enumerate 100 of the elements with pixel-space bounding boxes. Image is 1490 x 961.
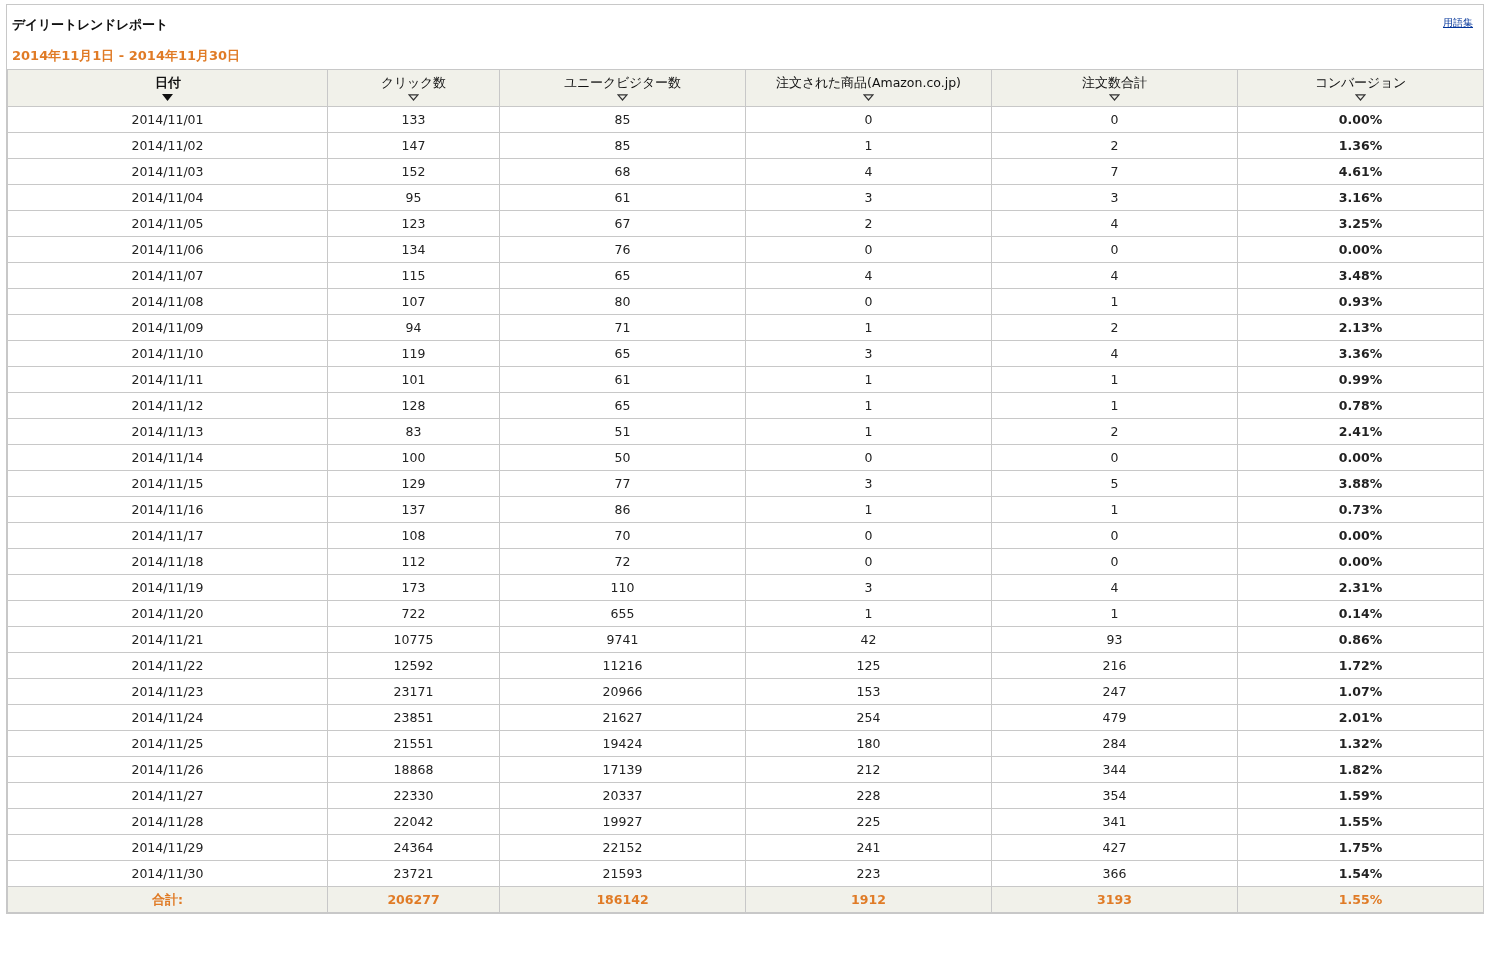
table-cell: 0.00%	[1237, 522, 1484, 549]
table-cell: 2014/11/20	[7, 600, 328, 627]
table-cell: 9741	[499, 626, 746, 653]
table-cell: 173	[327, 574, 500, 601]
table-cell: 2014/11/27	[7, 782, 328, 809]
table-cell: 0	[745, 288, 992, 315]
table-cell: 2014/11/10	[7, 340, 328, 367]
table-cell: 722	[327, 600, 500, 627]
report-title: デイリートレンドレポート	[12, 16, 169, 34]
table-cell: 427	[991, 834, 1238, 861]
table-cell: 655	[499, 600, 746, 627]
table-cell: 247	[991, 678, 1238, 705]
table-cell: 19424	[499, 730, 746, 757]
table-cell: 354	[991, 782, 1238, 809]
table-cell: 2014/11/29	[7, 834, 328, 861]
table-cell: 2014/11/22	[7, 652, 328, 679]
sort-icon[interactable]	[1355, 94, 1366, 101]
column-header[interactable]: 日付	[154, 75, 181, 92]
table-cell: 2014/11/09	[7, 314, 328, 341]
sort-icon[interactable]	[617, 94, 628, 101]
table-cell: 24364	[327, 834, 500, 861]
table-cell: 108	[327, 522, 500, 549]
column-header[interactable]: 注文数合計	[1082, 75, 1147, 92]
table-cell: 0	[745, 522, 992, 549]
table-cell: 2014/11/14	[7, 444, 328, 471]
column-header[interactable]: コンバージョン	[1315, 75, 1406, 92]
table-cell: 20337	[499, 782, 746, 809]
table-cell: 3.25%	[1237, 210, 1484, 237]
table-cell: 4	[745, 262, 992, 289]
table-cell: 20966	[499, 678, 746, 705]
table-cell: 110	[499, 574, 746, 601]
table-cell: 3.16%	[1237, 184, 1484, 211]
table-cell: 341	[991, 808, 1238, 835]
table-cell: 1.72%	[1237, 652, 1484, 679]
table-cell: 3	[745, 340, 992, 367]
table-cell: 1.07%	[1237, 678, 1484, 705]
table-cell: 254	[745, 704, 992, 731]
table-cell: 3	[991, 184, 1238, 211]
date-range: 2014年11月1日 - 2014年11月30日	[12, 47, 241, 65]
table-cell: 85	[499, 132, 746, 159]
table-cell: 1	[745, 496, 992, 523]
table-cell: 50	[499, 444, 746, 471]
table-cell: 2014/11/28	[7, 808, 328, 835]
table-cell: 7	[991, 158, 1238, 185]
table-cell: 2	[991, 314, 1238, 341]
table-cell: 2014/11/03	[7, 158, 328, 185]
table-cell: 133	[327, 106, 500, 133]
table-cell: 0.99%	[1237, 366, 1484, 393]
column-header[interactable]: クリック数	[381, 75, 446, 92]
sort-icon[interactable]	[863, 94, 874, 101]
table-cell: 115	[327, 262, 500, 289]
total-cell: 206277	[327, 886, 500, 913]
table-cell: 119	[327, 340, 500, 367]
table-cell: 1	[745, 418, 992, 445]
table-cell: 3.36%	[1237, 340, 1484, 367]
table-cell: 123	[327, 210, 500, 237]
table-cell: 0.73%	[1237, 496, 1484, 523]
table-cell: 0	[991, 106, 1238, 133]
table-cell: 125	[745, 652, 992, 679]
table-cell: 1	[745, 392, 992, 419]
table-cell: 72	[499, 548, 746, 575]
table-cell: 2014/11/02	[7, 132, 328, 159]
table-cell: 134	[327, 236, 500, 263]
table-cell: 1.55%	[1237, 808, 1484, 835]
table-cell: 2014/11/11	[7, 366, 328, 393]
table-cell: 0	[745, 548, 992, 575]
table-cell: 2014/11/23	[7, 678, 328, 705]
glossary-link[interactable]: 用語集	[1443, 16, 1473, 30]
table-cell: 71	[499, 314, 746, 341]
total-cell: 1.55%	[1237, 886, 1484, 913]
table-cell: 4	[745, 158, 992, 185]
table-cell: 223	[745, 860, 992, 887]
table-cell: 65	[499, 340, 746, 367]
sort-descending-icon[interactable]	[162, 94, 173, 101]
table-cell: 152	[327, 158, 500, 185]
table-cell: 100	[327, 444, 500, 471]
table-cell: 21593	[499, 860, 746, 887]
table-cell: 4	[991, 574, 1238, 601]
table-cell: 147	[327, 132, 500, 159]
sort-icon[interactable]	[408, 94, 419, 101]
table-cell: 3	[745, 470, 992, 497]
table-cell: 0	[745, 236, 992, 263]
table-cell: 11216	[499, 652, 746, 679]
table-cell: 1.75%	[1237, 834, 1484, 861]
sort-icon[interactable]	[1109, 94, 1120, 101]
table-cell: 2.31%	[1237, 574, 1484, 601]
table-cell: 225	[745, 808, 992, 835]
table-cell: 228	[745, 782, 992, 809]
table-cell: 1.82%	[1237, 756, 1484, 783]
table-cell: 21627	[499, 704, 746, 731]
total-cell: 1912	[745, 886, 992, 913]
table-cell: 86	[499, 496, 746, 523]
table-cell: 107	[327, 288, 500, 315]
table-cell: 366	[991, 860, 1238, 887]
table-cell: 0	[745, 106, 992, 133]
table-cell: 2014/11/05	[7, 210, 328, 237]
table-cell: 1.36%	[1237, 132, 1484, 159]
table-cell: 2014/11/12	[7, 392, 328, 419]
table-cell: 2014/11/30	[7, 860, 328, 887]
table-cell: 0.86%	[1237, 626, 1484, 653]
